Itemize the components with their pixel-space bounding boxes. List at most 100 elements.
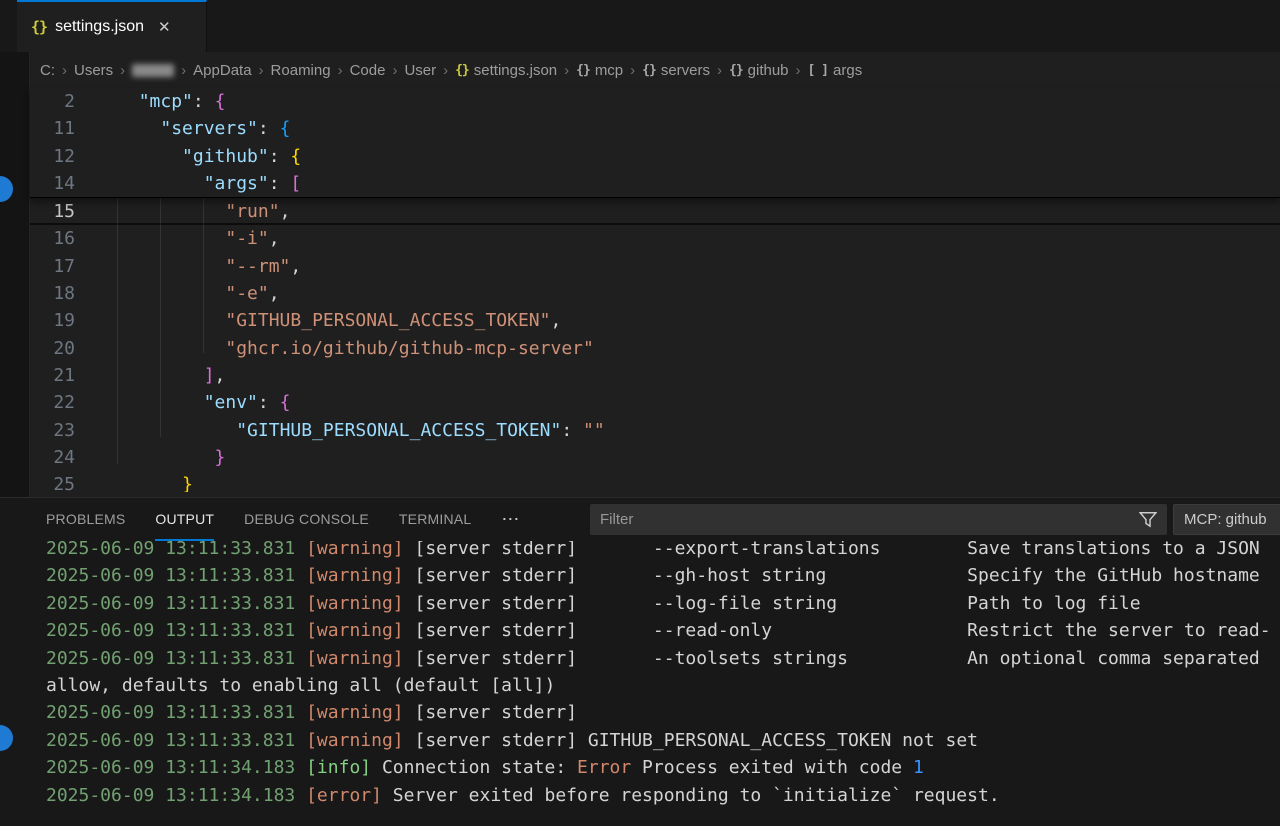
close-icon[interactable]: ✕ (158, 18, 171, 36)
breadcrumb-item-args[interactable]: [ ]args (808, 62, 863, 79)
code-text: "run", (75, 198, 1280, 223)
more-actions-icon[interactable]: ⋯ (501, 509, 521, 530)
chevron-right-icon: › (62, 62, 67, 79)
code-line-23[interactable]: 23 "GITHUB_PERSONAL_ACCESS_TOKEN": "" (30, 417, 1280, 444)
braces-icon: {} (455, 63, 469, 78)
line-number: 15 (30, 198, 75, 223)
breadcrumb-item-users[interactable]: Users (74, 62, 113, 79)
token: [warning] (306, 702, 404, 723)
chevron-right-icon: › (181, 62, 186, 79)
token: "args" (204, 173, 269, 194)
line-number: 20 (30, 335, 75, 362)
token: 2025-06-09 13:11:33.831 (46, 648, 295, 669)
line-number: 16 (30, 225, 75, 252)
line-number: 24 (30, 444, 75, 471)
token (295, 730, 306, 751)
token: 2025-06-09 13:11:33.831 (46, 565, 295, 586)
log-line: 2025-06-09 13:11:34.183 [info] Connectio… (0, 754, 1280, 781)
token: [ (290, 173, 301, 194)
token: : (269, 146, 291, 167)
code-line-24[interactable]: 24 } (30, 444, 1280, 471)
code-text: "GITHUB_PERSONAL_ACCESS_TOKEN": "" (75, 417, 1280, 444)
token: [server stderr] --export-translations Sa… (404, 541, 1260, 559)
chevron-right-icon: › (564, 62, 569, 79)
code-area[interactable]: 15 "run",16 "-i",17 "--rm",18 "-e",19 "G… (30, 198, 1280, 492)
code-line-15[interactable]: 15 "run", (30, 198, 1280, 225)
token (295, 620, 306, 641)
indent-guide (117, 198, 118, 464)
token: } (182, 474, 193, 492)
filter-box (590, 504, 1167, 535)
token: [error] (306, 785, 382, 806)
breadcrumb-item-mcp[interactable]: {}mcp (576, 62, 623, 79)
panel-tab-output[interactable]: OUTPUT (155, 498, 214, 541)
token: Error (577, 757, 631, 778)
sticky-scroll: 2 "mcp": {11 "servers": {12 "github": {1… (30, 88, 1280, 198)
filter-input[interactable] (590, 511, 1139, 528)
tab-settings-json[interactable]: {} settings.json ✕ (17, 0, 207, 52)
filter-icon[interactable] (1139, 511, 1157, 528)
breadcrumb-label: servers (661, 62, 710, 79)
code-line-18[interactable]: 18 "-e", (30, 280, 1280, 307)
code-line-22[interactable]: 22 "env": { (30, 389, 1280, 416)
vscode-window: {} settings.json ✕ C: › Users › › AppData › Roa… (0, 0, 1280, 826)
panel-tab-debug-console[interactable]: DEBUG CONSOLE (244, 498, 369, 541)
breadcrumb-label: User (404, 62, 436, 79)
code-line-25[interactable]: 25 } (30, 471, 1280, 492)
line-number: 21 (30, 362, 75, 389)
token: : (561, 420, 583, 441)
token: [server stderr] (404, 702, 577, 723)
token: , (215, 365, 226, 386)
breadcrumb-label: Roaming (271, 62, 331, 79)
breadcrumb-user-redacted[interactable] (132, 64, 174, 77)
code-line-2[interactable]: 2 "mcp": { (30, 88, 1280, 115)
breadcrumb-item-user[interactable]: User (404, 62, 436, 79)
line-number: 19 (30, 307, 75, 334)
line-number: 17 (30, 253, 75, 280)
code-text: ], (75, 362, 1280, 389)
code-text: "servers": { (75, 115, 1280, 142)
token: "" (583, 420, 605, 441)
token: 2025-06-09 13:11:33.831 (46, 541, 295, 559)
output-channel-select[interactable]: MCP: github (1173, 504, 1280, 535)
code-line-21[interactable]: 21 ], (30, 362, 1280, 389)
token (295, 541, 306, 559)
code-text: "-i", (75, 225, 1280, 252)
breadcrumb-item-code[interactable]: Code (350, 62, 386, 79)
code-line-16[interactable]: 16 "-i", (30, 225, 1280, 252)
token (295, 785, 306, 806)
token: { (215, 91, 226, 112)
panel-tab-problems[interactable]: PROBLEMS (46, 498, 125, 541)
token: , (290, 256, 301, 277)
chevron-right-icon: › (630, 62, 635, 79)
log-line: 2025-06-09 13:11:33.831 [warning] [serve… (0, 590, 1280, 617)
token: 2025-06-09 13:11:33.831 (46, 593, 295, 614)
breadcrumb-item-settings-json[interactable]: {}settings.json (455, 62, 557, 79)
token: 2025-06-09 13:11:34.183 (46, 757, 295, 778)
log-line: 2025-06-09 13:11:34.183 [error] Server e… (0, 782, 1280, 809)
code-line-14[interactable]: 14 "args": [ (30, 170, 1280, 197)
line-number: 18 (30, 280, 75, 307)
line-number: 23 (30, 417, 75, 444)
breadcrumb-item-c-[interactable]: C: (40, 62, 55, 79)
token: 2025-06-09 13:11:34.183 (46, 785, 295, 806)
breadcrumb-item-github[interactable]: {}github (729, 62, 789, 79)
breadcrumb-item-servers[interactable]: {}servers (642, 62, 710, 79)
log-line: 2025-06-09 13:11:33.831 [warning] [serve… (0, 699, 1280, 726)
code-line-11[interactable]: 11 "servers": { (30, 115, 1280, 142)
token: [warning] (306, 541, 404, 559)
chevron-right-icon: › (796, 62, 801, 79)
code-line-12[interactable]: 12 "github": { (30, 143, 1280, 170)
breadcrumb-item-roaming[interactable]: Roaming (271, 62, 331, 79)
token: "env" (204, 392, 258, 413)
code-line-20[interactable]: 20 "ghcr.io/github/github-mcp-server" (30, 335, 1280, 362)
panel-tab-terminal[interactable]: TERMINAL (399, 498, 471, 541)
token: : (258, 392, 280, 413)
token: "GITHUB_PERSONAL_ACCESS_TOKEN" (225, 310, 550, 331)
token: [warning] (306, 593, 404, 614)
breadcrumb-item-appdata[interactable]: AppData (193, 62, 251, 79)
code-line-17[interactable]: 17 "--rm", (30, 253, 1280, 280)
output-log[interactable]: 2025-06-09 13:11:33.831 [warning] [serve… (0, 541, 1280, 826)
token: 2025-06-09 13:11:33.831 (46, 620, 295, 641)
code-line-19[interactable]: 19 "GITHUB_PERSONAL_ACCESS_TOKEN", (30, 307, 1280, 334)
